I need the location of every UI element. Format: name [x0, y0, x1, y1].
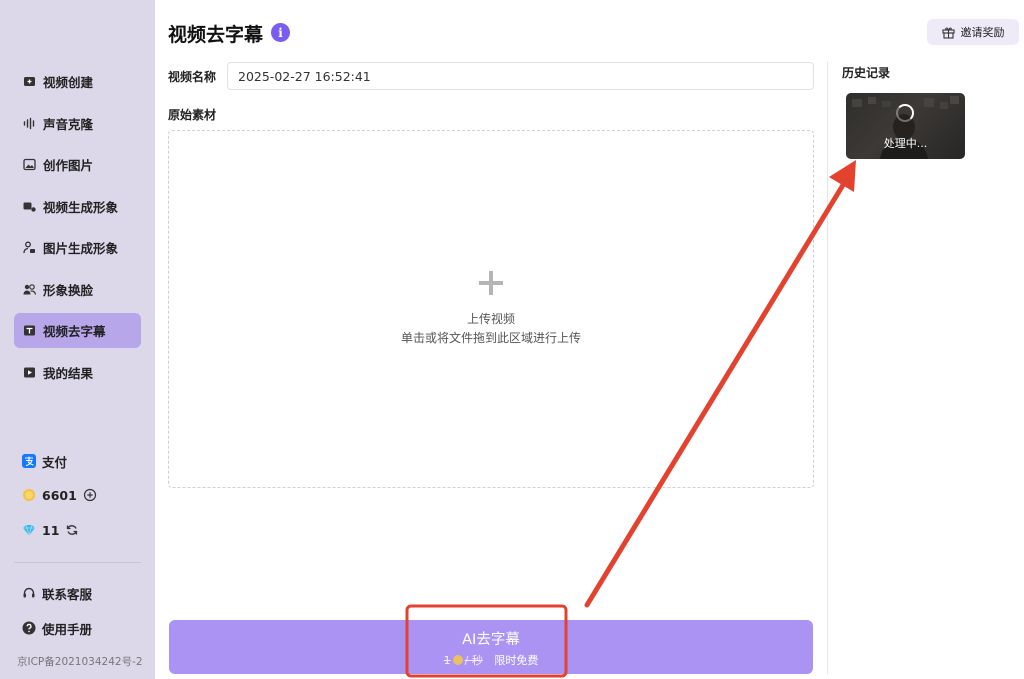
sidebar-item-label: 视频创建 — [43, 75, 94, 90]
processing-status: 处理中... — [883, 137, 928, 150]
contact-service-link[interactable]: 联系客服 — [22, 584, 142, 602]
sidebar-item-label: 形象换脸 — [43, 282, 94, 298]
sidebar-item-label: 我的结果 — [43, 365, 94, 381]
upload-dropzone[interactable]: 上传视频 单击或将文件拖到此区域进行上传 — [168, 130, 814, 488]
history-item-thumbnail[interactable]: 处理中... — [846, 93, 965, 159]
invite-reward-button[interactable]: 邀请奖励 — [927, 19, 1019, 45]
user-manual-label: 使用手册 — [42, 621, 93, 637]
video-name-input[interactable] — [227, 62, 814, 90]
page-title: 视频去字幕 — [168, 24, 264, 46]
sidebar-item-label: 视频去字幕 — [43, 324, 106, 339]
plus-icon — [479, 271, 503, 295]
sidebar-item-label: 图片生成形象 — [43, 241, 119, 256]
sidebar: 视频创建 声音克隆 创作图片 视频生成形象 图片生成形象 形象换脸 视频去字幕 … — [0, 0, 155, 679]
sidebar-nav: 视频创建 声音克隆 创作图片 视频生成形象 图片生成形象 形象换脸 视频去字幕 … — [14, 64, 141, 396]
add-coins-icon[interactable] — [83, 488, 97, 502]
gift-icon — [941, 27, 955, 39]
coin-count: 6601 — [42, 487, 77, 503]
sidebar-item-my-results[interactable]: 我的结果 — [14, 355, 141, 390]
price-info: 1/ 秒 限时免费 — [169, 652, 813, 668]
image-avatar-icon — [23, 241, 36, 254]
gem-balance: 11 — [22, 521, 142, 539]
contact-service-label: 联系客服 — [42, 586, 93, 602]
ai-remove-subtitle-button[interactable]: AI去字幕 1/ 秒 限时免费 — [169, 620, 813, 674]
sidebar-item-label: 声音克隆 — [43, 116, 94, 132]
promo-label: 限时免费 — [494, 654, 539, 667]
sidebar-item-video-create[interactable]: 视频创建 — [14, 64, 141, 99]
ai-remove-subtitle-label: AI去字幕 — [462, 632, 520, 648]
coin-balance: 6601 — [22, 486, 142, 504]
sidebar-item-remove-subtitle[interactable]: 视频去字幕 — [14, 313, 141, 348]
headset-icon — [22, 586, 36, 600]
pay-link[interactable]: 支付 — [22, 452, 142, 470]
main-content: 视频去字幕 i 邀请奖励 视频名称 原始素材 上传视频 单击或将文件拖到此区域进… — [155, 0, 1024, 679]
gem-count: 11 — [42, 522, 60, 538]
sidebar-item-video-avatar[interactable]: 视频生成形象 — [14, 189, 141, 224]
icp-license[interactable]: 京ICP备2021034242号-2 — [17, 654, 143, 669]
sidebar-item-voice-clone[interactable]: 声音克隆 — [14, 106, 141, 141]
diamond-icon — [22, 523, 36, 537]
info-icon[interactable]: i — [271, 23, 290, 42]
video-avatar-icon — [23, 200, 36, 213]
results-icon — [23, 366, 36, 379]
upload-title: 上传视频 — [466, 312, 515, 326]
sidebar-item-image-avatar[interactable]: 图片生成形象 — [14, 230, 141, 265]
sidebar-divider — [14, 562, 141, 563]
refresh-icon[interactable] — [65, 523, 79, 537]
alipay-icon — [22, 454, 36, 468]
panel-divider — [827, 62, 828, 674]
face-swap-icon — [23, 283, 36, 296]
sidebar-item-label: 创作图片 — [43, 158, 94, 173]
video-create-icon — [23, 75, 36, 88]
sidebar-item-label: 视频生成形象 — [43, 199, 119, 215]
subtitle-icon — [23, 324, 36, 337]
coin-icon — [452, 655, 463, 665]
voice-wave-icon — [23, 117, 36, 130]
image-icon — [23, 158, 36, 171]
video-name-label: 视频名称 — [168, 70, 217, 84]
user-manual-link[interactable]: 使用手册 — [22, 619, 142, 637]
loading-spinner-icon — [896, 104, 914, 122]
source-material-label: 原始素材 — [168, 108, 217, 122]
sidebar-item-create-image[interactable]: 创作图片 — [14, 147, 141, 182]
coin-icon — [22, 488, 36, 502]
original-price: 1/ 秒 — [443, 654, 483, 667]
pay-label: 支付 — [42, 454, 68, 470]
help-icon — [22, 621, 36, 635]
history-title: 历史记录 — [842, 66, 891, 80]
upload-hint: 单击或将文件拖到此区域进行上传 — [400, 331, 581, 345]
sidebar-item-face-swap[interactable]: 形象换脸 — [14, 272, 141, 307]
invite-reward-label: 邀请奖励 — [960, 26, 1005, 39]
